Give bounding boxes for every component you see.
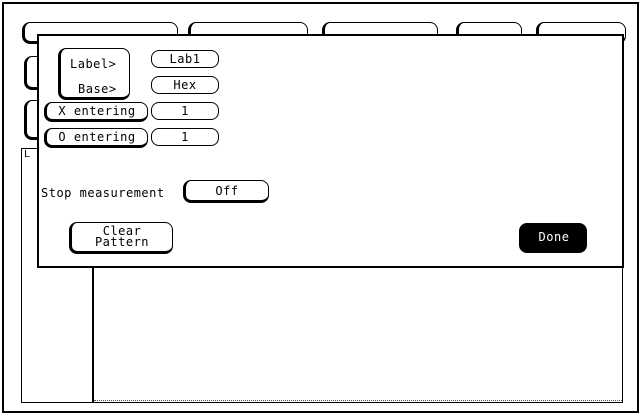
o-entering-value-field[interactable]: 1	[151, 128, 219, 146]
clear-pattern-line2: Pattern	[94, 235, 150, 249]
label-key: Label>	[70, 57, 117, 71]
label-value-field[interactable]: Lab1	[151, 50, 219, 68]
x-entering-button[interactable]: X entering	[44, 102, 148, 122]
listing-baseline	[94, 400, 622, 401]
x-entering-value-field[interactable]: 1	[151, 102, 219, 120]
clear-pattern-button[interactable]: Clear Pattern	[69, 222, 173, 254]
o-entering-button[interactable]: O entering	[44, 128, 148, 148]
listing-divider-vertical	[92, 266, 94, 403]
analyzer-screen: L Label> Base> Lab1 Hex X entering 1 O e…	[2, 2, 639, 413]
pattern-marker-popup: Label> Base> Lab1 Hex X entering 1 O ent…	[37, 34, 624, 268]
stop-measurement-toggle[interactable]: Off	[183, 180, 269, 203]
stop-measurement-label: Stop measurement	[41, 186, 165, 200]
listing-corner-mark: L	[24, 149, 31, 160]
done-button[interactable]: Done	[519, 223, 587, 253]
base-key: Base>	[78, 82, 117, 96]
label-base-selector[interactable]: Label> Base>	[58, 48, 130, 100]
base-value-field[interactable]: Hex	[151, 76, 219, 94]
